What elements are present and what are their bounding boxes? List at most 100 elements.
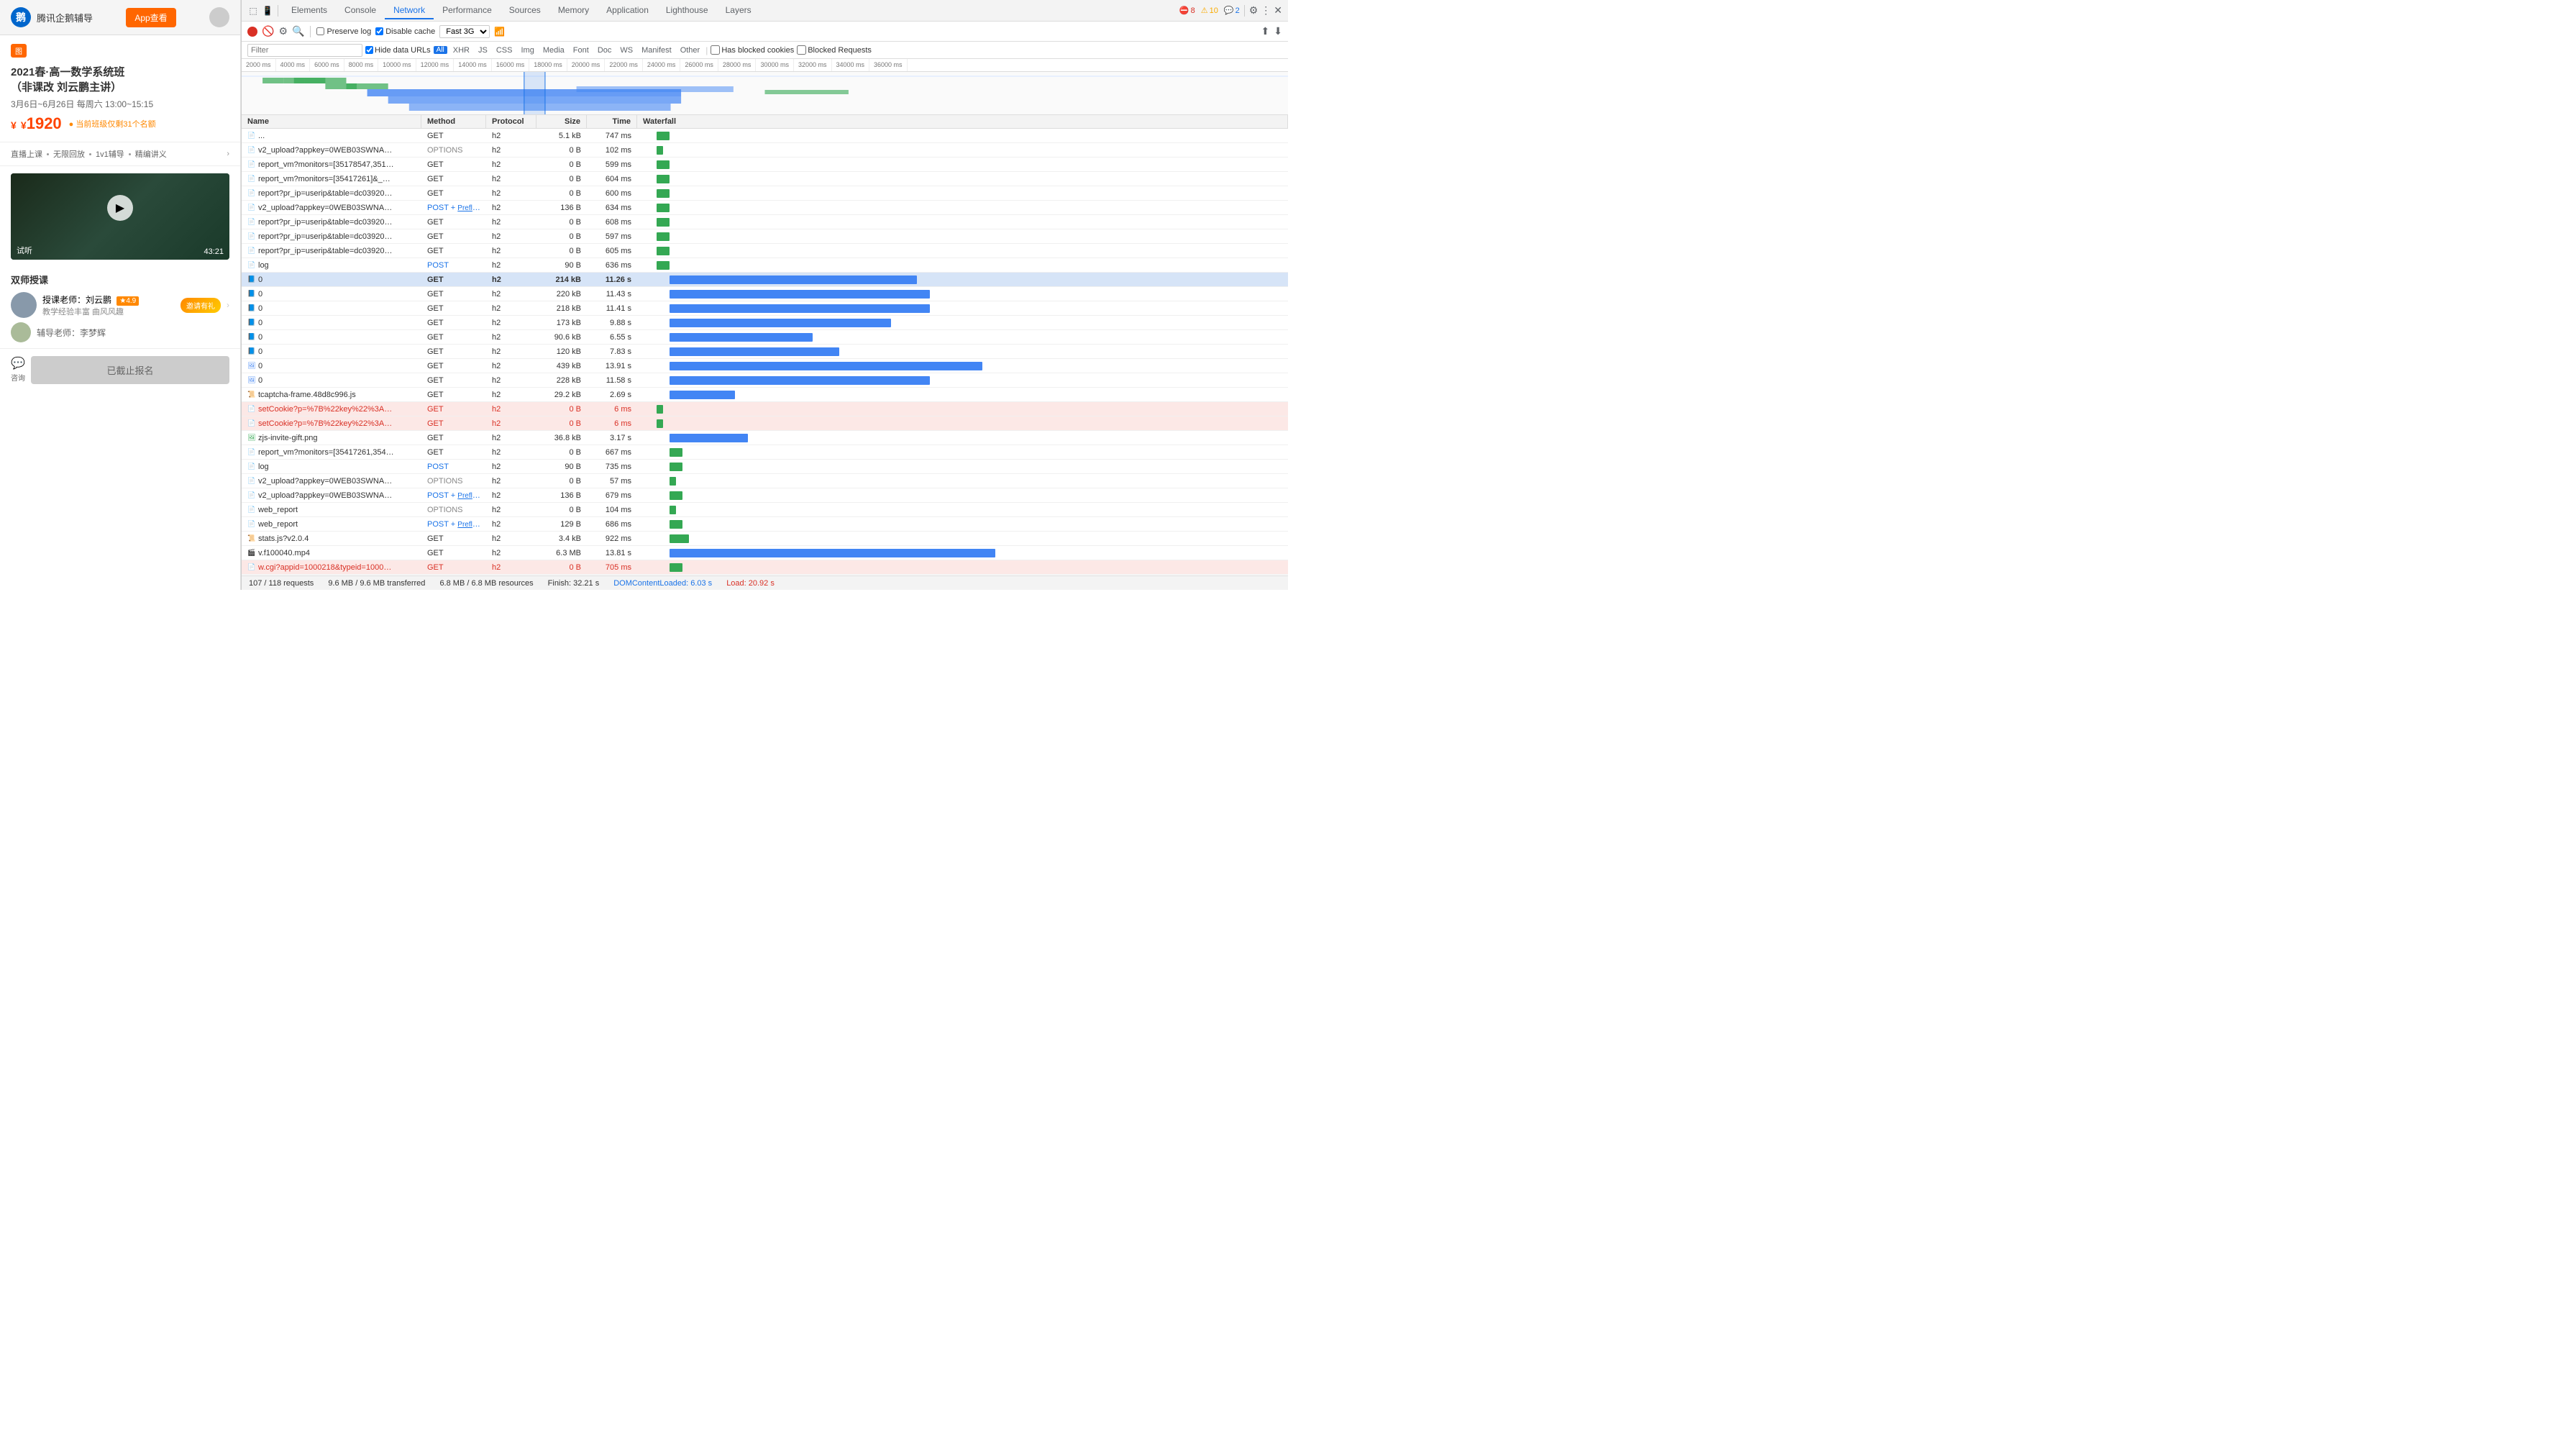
preserve-log-checkbox[interactable] <box>316 27 324 35</box>
table-row[interactable]: 📄 report?pr_ip=userip&table=dc03920&fiel… <box>242 215 1288 229</box>
th-name[interactable]: Name <box>242 115 421 128</box>
table-row[interactable]: 📄 web_report OPTIONS h2 0 B 104 ms <box>242 503 1288 517</box>
table-row[interactable]: 🖼 0 GET h2 228 kB 11.58 s <box>242 373 1288 388</box>
teacher1-row[interactable]: 授课老师：刘云鹏 ★4.9 教学经验丰富 曲风风趣 邀请有礼 › <box>11 292 229 318</box>
table-row[interactable]: 📄 report?pr_ip=userip&table=dc03920&fiel… <box>242 229 1288 244</box>
filter-font[interactable]: Font <box>570 45 592 55</box>
filter-button[interactable]: ⚙ <box>278 25 288 37</box>
filter-ws[interactable]: WS <box>617 45 636 55</box>
table-row[interactable]: 📄 web_report POST + Preflight h2 129 B 6… <box>242 517 1288 532</box>
th-method[interactable]: Method <box>421 115 486 128</box>
video-container[interactable]: ▶ 试听 43:21 <box>11 173 229 260</box>
td-method: OPTIONS <box>421 504 486 516</box>
enroll-button[interactable]: 已截止报名 <box>31 356 229 384</box>
filter-doc[interactable]: Doc <box>595 45 615 55</box>
table-row[interactable]: 🖼 0 GET h2 439 kB 13.91 s <box>242 359 1288 373</box>
table-row[interactable]: 📜 stats.js?v2.0.4 GET h2 3.4 kB 922 ms <box>242 532 1288 546</box>
hide-data-urls-label[interactable]: Hide data URLs <box>365 46 431 55</box>
clear-button[interactable]: 🚫 <box>262 25 274 37</box>
table-row[interactable]: 📄 log POST h2 90 B 735 ms <box>242 460 1288 474</box>
filter-xhr[interactable]: XHR <box>450 45 472 55</box>
disable-cache-checkbox[interactable] <box>375 27 383 35</box>
table-row[interactable]: 📘 0 GET h2 90.6 kB 6.55 s <box>242 330 1288 345</box>
left-header-left: 鹅 腾讯企鹅辅导 <box>11 7 93 27</box>
disable-cache-label[interactable]: Disable cache <box>375 27 435 36</box>
tab-elements[interactable]: Elements <box>283 2 336 19</box>
record-button[interactable] <box>247 27 257 37</box>
th-waterfall[interactable]: Waterfall <box>637 115 1288 128</box>
filter-media[interactable]: Media <box>540 45 567 55</box>
table-row[interactable]: 📘 0 GET h2 173 kB 9.88 s <box>242 316 1288 330</box>
filter-img[interactable]: Img <box>518 45 536 55</box>
import-button[interactable]: ⬆ <box>1261 25 1270 37</box>
th-size[interactable]: Size <box>536 115 587 128</box>
search-button[interactable]: 🔍 <box>292 25 304 37</box>
blocked-requests-checkbox[interactable] <box>797 45 806 55</box>
filter-manifest[interactable]: Manifest <box>639 45 675 55</box>
table-row[interactable]: 📄 report_vm?monitors=[35417261]&_=cgi_su… <box>242 172 1288 186</box>
tab-memory[interactable]: Memory <box>549 2 598 19</box>
table-row[interactable]: 📘 0 GET h2 218 kB 11.41 s <box>242 301 1288 316</box>
all-filter-badge[interactable]: All <box>434 46 447 54</box>
close-icon[interactable]: ✕ <box>1274 4 1282 17</box>
td-waterfall <box>637 229 1288 244</box>
filter-css[interactable]: CSS <box>493 45 516 55</box>
table-row[interactable]: 📘 0 GET h2 220 kB 11.43 s <box>242 287 1288 301</box>
throttle-select[interactable]: Fast 3G <box>439 25 490 38</box>
table-row[interactable]: 📄 log POST h2 90 B 636 ms <box>242 258 1288 273</box>
tab-network[interactable]: Network <box>385 2 434 19</box>
table-row[interactable]: 📄 report?pr_ip=userip&table=dc03920&fiel… <box>242 244 1288 258</box>
table-row[interactable]: 📜 tcaptcha-frame.48d8c996.js GET h2 29.2… <box>242 388 1288 402</box>
export-button[interactable]: ⬇ <box>1274 25 1282 37</box>
th-time[interactable]: Time <box>587 115 637 128</box>
table-row[interactable]: 📘 0 GET h2 120 kB 7.83 s <box>242 345 1288 359</box>
has-blocked-checkbox[interactable] <box>711 45 720 55</box>
th-protocol[interactable]: Protocol <box>486 115 536 128</box>
table-row[interactable]: 🖼 zjs-invite-gift.png GET h2 36.8 kB 3.1… <box>242 431 1288 445</box>
blocked-requests-label[interactable]: Blocked Requests <box>797 45 872 55</box>
preserve-log-label[interactable]: Preserve log <box>316 27 371 36</box>
tab-console[interactable]: Console <box>336 2 385 19</box>
tab-sources[interactable]: Sources <box>501 2 549 19</box>
app-button[interactable]: App查看 <box>126 8 175 27</box>
td-waterfall <box>637 244 1288 258</box>
table-row[interactable]: 📄 v2_upload?appkey=0WEB03SWNA46EMEL OPTI… <box>242 143 1288 158</box>
inspect-icon[interactable]: ⬚ <box>247 5 259 17</box>
features-row[interactable]: 直播上课 无限回放 1v1辅导 精编讲义 › <box>0 142 240 166</box>
waterfall-overview[interactable] <box>242 72 1288 115</box>
table-row[interactable]: 📄 ... GET h2 5.1 kB 747 ms <box>242 129 1288 143</box>
table-row[interactable]: 📄 report_vm?monitors=[35417261,35417261]… <box>242 445 1288 460</box>
table-row-wcgi[interactable]: 📄 w.cgi?appid=1000218&typeid=1000280&rel… <box>242 560 1288 575</box>
time-mark-34000: 34000 ms <box>832 59 870 71</box>
hide-data-urls-checkbox[interactable] <box>365 46 373 54</box>
consult-button[interactable]: 💬 咨询 <box>11 356 25 384</box>
table-row-selected[interactable]: 📘 0 GET h2 214 kB 11.26 s <box>242 273 1288 287</box>
tab-lighthouse[interactable]: Lighthouse <box>657 2 717 19</box>
table-row[interactable]: 🎬 v.f100040.mp4 GET h2 6.3 MB 13.81 s <box>242 546 1288 560</box>
td-time: 608 ms <box>587 217 637 228</box>
play-button[interactable]: ▶ <box>107 195 133 221</box>
td-name: 📘 0 <box>242 332 421 343</box>
tab-layers[interactable]: Layers <box>717 2 760 19</box>
filter-js[interactable]: JS <box>475 45 490 55</box>
more-icon[interactable]: ⋮ <box>1261 4 1271 17</box>
device-icon[interactable]: 📱 <box>262 5 273 17</box>
table-row[interactable]: 📄 v2_upload?appkey=0WEB03SWNA46EMEL POST… <box>242 201 1288 215</box>
table-row[interactable]: 📄 report_vm?monitors=[35178547,35178493]… <box>242 158 1288 172</box>
settings-icon[interactable]: ⚙ <box>1249 4 1259 17</box>
network-table[interactable]: Name Method Protocol Size Time Waterfall… <box>242 115 1288 575</box>
table-row-error[interactable]: 📄 setCookie?p=%7B%22key%22%3A%22from_sou… <box>242 416 1288 431</box>
has-blocked-label[interactable]: Has blocked cookies <box>711 45 794 55</box>
table-row[interactable]: 📄 report?pr_ip=userip&table=dc03920&fiel… <box>242 186 1288 201</box>
preflight-link[interactable]: Preflight <box>457 520 484 529</box>
preflight-link[interactable]: Preflight <box>457 204 484 212</box>
tab-application[interactable]: Application <box>598 2 657 19</box>
table-row[interactable]: 📄 v2_upload?appkey=0WEB03SWNA46EMEL OPTI… <box>242 474 1288 488</box>
preflight-link[interactable]: Preflight <box>457 491 484 500</box>
table-row[interactable]: 📄 v2_upload?appkey=0WEB03SWNA46EMEL POST… <box>242 488 1288 503</box>
filter-other[interactable]: Other <box>677 45 703 55</box>
gift-badge[interactable]: 邀请有礼 <box>181 298 221 313</box>
tab-performance[interactable]: Performance <box>434 2 501 19</box>
table-row-error[interactable]: 📄 setCookie?p=%7B%22key%22%3A%22from_sou… <box>242 402 1288 416</box>
filter-input[interactable] <box>247 44 362 57</box>
